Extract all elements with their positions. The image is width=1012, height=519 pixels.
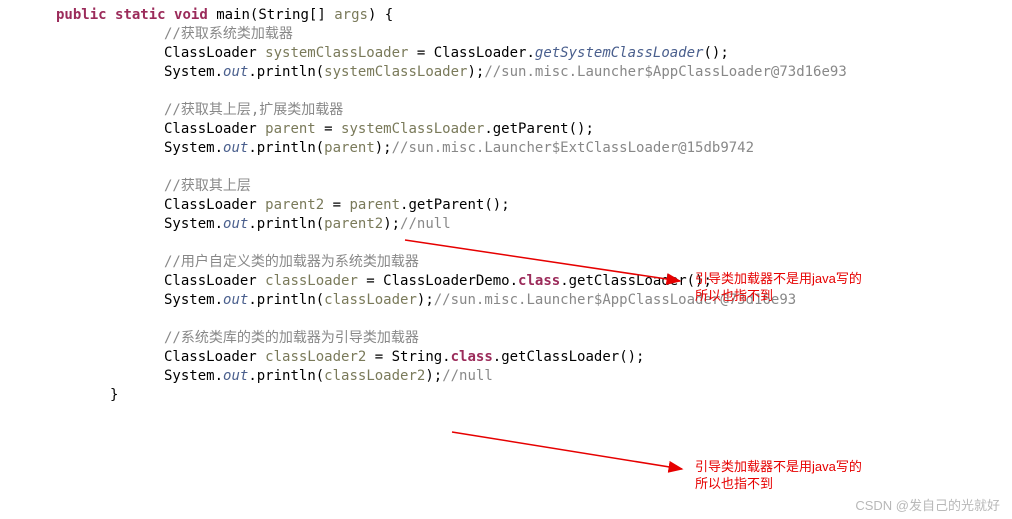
text: .println( xyxy=(248,292,324,308)
annotation-note-1: 引导类加载器不是用java写的 所以也指不到 xyxy=(695,270,862,304)
field-out: out xyxy=(223,140,248,156)
text: System. xyxy=(164,368,223,384)
var: classLoader xyxy=(324,292,417,308)
var: systemClassLoader xyxy=(324,64,467,80)
watermark: CSDN @发自己的光就好 xyxy=(855,496,1000,515)
code-line: ClassLoader parent2 = parent.getParent()… xyxy=(56,196,1012,215)
comment: //系统类库的类的加载器为引导类加载器 xyxy=(164,330,419,346)
text: ); xyxy=(375,140,392,156)
method-call: getSystemClassLoader xyxy=(535,45,704,61)
var: classLoader2 xyxy=(265,349,366,365)
field-out: out xyxy=(223,216,248,232)
text: (); xyxy=(703,45,728,61)
code-line: ClassLoader parent = systemClassLoader.g… xyxy=(56,120,1012,139)
keyword-static: static xyxy=(115,7,166,23)
type-string: String xyxy=(258,7,309,23)
code-line: //获取其上层,扩展类加载器 xyxy=(56,101,1012,120)
code-line: ClassLoader systemClassLoader = ClassLoa… xyxy=(56,44,1012,63)
blank-line xyxy=(56,234,1012,253)
var: parent2 xyxy=(265,197,324,213)
type: ClassLoader xyxy=(164,121,265,137)
blank-line xyxy=(56,310,1012,329)
brace-close: } xyxy=(110,387,118,403)
text: System. xyxy=(164,64,223,80)
type: ClassLoader xyxy=(164,197,265,213)
code-line: System.out.println(classLoader2);//null xyxy=(56,367,1012,386)
code-line: System.out.println(classLoader);//sun.mi… xyxy=(56,291,1012,310)
text: .println( xyxy=(248,64,324,80)
code-line: System.out.println(systemClassLoader);//… xyxy=(56,63,1012,82)
comment: //sun.misc.Launcher$AppClassLoader@73d16… xyxy=(484,64,846,80)
comment: //null xyxy=(400,216,451,232)
var: parent2 xyxy=(324,216,383,232)
code-line: //系统类库的类的加载器为引导类加载器 xyxy=(56,329,1012,348)
arrow-icon xyxy=(447,427,692,475)
keyword-class: class xyxy=(518,273,560,289)
var: classLoader2 xyxy=(324,368,425,384)
text: ); xyxy=(425,368,442,384)
blank-line xyxy=(56,82,1012,101)
code-line: //用户自定义类的加载器为系统类加载器 xyxy=(56,253,1012,272)
text: .println( xyxy=(248,216,324,232)
method-main: main xyxy=(216,7,250,23)
comment: //用户自定义类的加载器为系统类加载器 xyxy=(164,254,419,270)
code-block: public static void main(String[] args) {… xyxy=(0,0,1012,405)
code-line: //获取其上层 xyxy=(56,177,1012,196)
code-line: System.out.println(parent);//sun.misc.La… xyxy=(56,139,1012,158)
text: System. xyxy=(164,140,223,156)
text: System. xyxy=(164,292,223,308)
keyword-class: class xyxy=(451,349,493,365)
text: = ClassLoaderDemo. xyxy=(358,273,518,289)
text: = xyxy=(324,197,349,213)
var: parent xyxy=(265,121,316,137)
param-args: args xyxy=(334,7,368,23)
text: = ClassLoader. xyxy=(408,45,534,61)
type: ClassLoader xyxy=(164,273,265,289)
text: = String. xyxy=(366,349,450,365)
text: .println( xyxy=(248,368,324,384)
keyword-public: public xyxy=(56,7,107,23)
comment: //获取其上层,扩展类加载器 xyxy=(164,102,343,118)
text: .getParent(); xyxy=(484,121,594,137)
annotation-text: 所以也指不到 xyxy=(695,476,773,491)
code-line: //获取系统类加载器 xyxy=(56,25,1012,44)
comment: //获取系统类加载器 xyxy=(164,26,293,42)
code-line: public static void main(String[] args) { xyxy=(56,6,1012,25)
field-out: out xyxy=(223,368,248,384)
text: .getParent(); xyxy=(400,197,510,213)
text: ); xyxy=(417,292,434,308)
annotation-text: 引导类加载器不是用java写的 xyxy=(695,459,862,474)
code-line: } xyxy=(56,386,1012,405)
comment: //null xyxy=(442,368,493,384)
field-out: out xyxy=(223,64,248,80)
blank-line xyxy=(56,158,1012,177)
var: systemClassLoader xyxy=(265,45,408,61)
text: .println( xyxy=(248,140,324,156)
type: ClassLoader xyxy=(164,45,265,61)
var: systemClassLoader xyxy=(341,121,484,137)
text: .getClassLoader(); xyxy=(493,349,645,365)
code-line: ClassLoader classLoader = ClassLoaderDem… xyxy=(56,272,1012,291)
text: .getClassLoader(); xyxy=(560,273,712,289)
code-line: System.out.println(parent2);//null xyxy=(56,215,1012,234)
type: ClassLoader xyxy=(164,349,265,365)
field-out: out xyxy=(223,292,248,308)
comment: //sun.misc.Launcher$ExtClassLoader@15db9… xyxy=(392,140,754,156)
var: parent xyxy=(349,197,400,213)
paren-brace: ) { xyxy=(368,7,393,23)
annotation-text: 引导类加载器不是用java写的 xyxy=(695,271,862,286)
var: parent xyxy=(324,140,375,156)
keyword-void: void xyxy=(174,7,208,23)
code-line: ClassLoader classLoader2 = String.class.… xyxy=(56,348,1012,367)
var: classLoader xyxy=(265,273,358,289)
text: ); xyxy=(467,64,484,80)
annotation-text: 所以也指不到 xyxy=(695,288,773,303)
brackets: [] xyxy=(309,7,334,23)
comment: //获取其上层 xyxy=(164,178,251,194)
annotation-note-2: 引导类加载器不是用java写的 所以也指不到 xyxy=(695,458,862,492)
text: = xyxy=(316,121,341,137)
text: System. xyxy=(164,216,223,232)
text: ); xyxy=(383,216,400,232)
